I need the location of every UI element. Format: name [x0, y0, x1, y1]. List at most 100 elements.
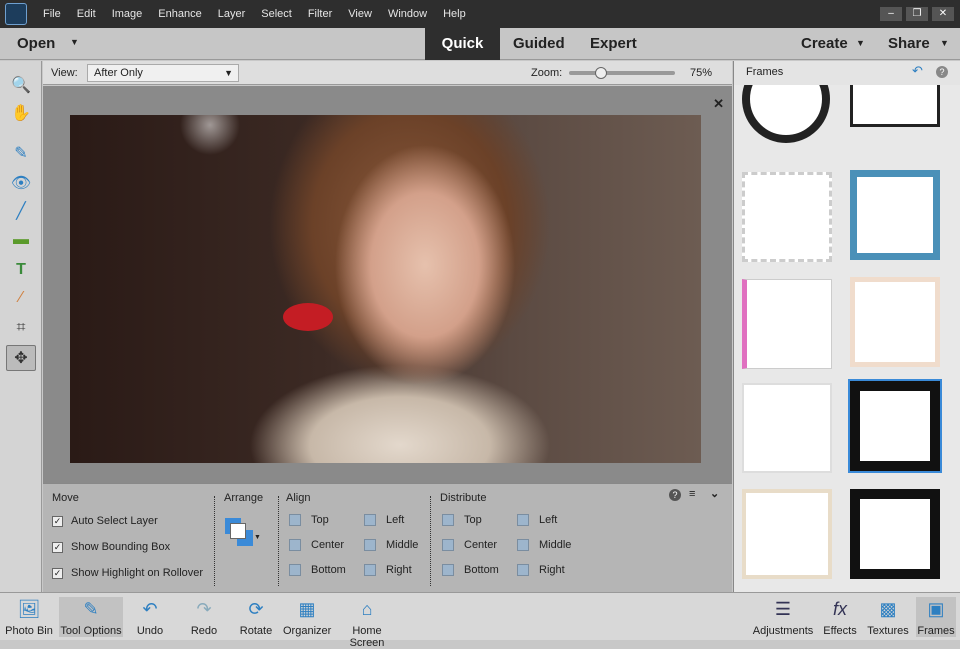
effects-button[interactable]: fx Effects — [820, 597, 860, 637]
auto-select-layer-checkbox[interactable]: ✓ Auto Select Layer — [52, 515, 158, 527]
zoom-label: Zoom: — [531, 67, 563, 79]
frame-thumbnail-circle[interactable] — [742, 85, 830, 143]
label: Bottom — [311, 564, 346, 576]
frame-thumbnail-vintage[interactable] — [742, 489, 832, 579]
home-screen-button[interactable]: ⌂ Home Screen — [334, 597, 400, 649]
align-top-button[interactable]: Top — [289, 514, 329, 527]
view-select[interactable]: After Only ▼ — [87, 64, 239, 82]
open-dropdown-icon[interactable]: ▼ — [70, 37, 79, 47]
redo-button[interactable]: ↷ Redo — [187, 597, 221, 637]
menu-select[interactable]: Select — [253, 8, 300, 20]
label: Right — [539, 564, 565, 576]
rotate-button[interactable]: ⟳ Rotate — [236, 597, 276, 637]
panel-title: Frames — [746, 66, 784, 78]
zoom-slider-thumb[interactable] — [595, 67, 607, 79]
help-icon[interactable]: ? — [936, 66, 948, 78]
hand-tool-icon[interactable]: ✋ — [6, 101, 36, 127]
frame-thumbnail-flowers[interactable] — [742, 279, 832, 369]
distribute-right-button[interactable]: Right — [517, 564, 565, 577]
show-highlight-checkbox[interactable]: ✓ Show Highlight on Rollover — [52, 567, 203, 579]
label: Center — [464, 539, 498, 551]
divider — [214, 496, 215, 586]
share-dropdown-icon[interactable]: ▼ — [940, 38, 949, 48]
frame-thumbnail-blue[interactable] — [850, 170, 940, 260]
frame-thumbnail-tag[interactable] — [850, 85, 940, 127]
distribute-bottom-button[interactable]: Bottom — [442, 564, 499, 577]
photo-bin-button[interactable]: 🖼 Photo Bin — [4, 597, 54, 637]
align-middle-button[interactable]: Middle — [364, 539, 419, 552]
frame-thumbnail-black[interactable] — [848, 379, 942, 473]
spot-healing-tool-icon[interactable]: ⁄ — [6, 285, 36, 311]
menu-image[interactable]: Image — [104, 8, 151, 20]
collapse-icon[interactable]: ⌄ — [710, 487, 719, 500]
options-menu-icon[interactable]: ≡ — [689, 488, 695, 500]
zoom-value: 75% — [690, 67, 713, 79]
view-label: View: — [51, 67, 78, 79]
menu-help[interactable]: Help — [435, 8, 474, 20]
label: Rotate — [239, 625, 273, 637]
quick-selection-tool-icon[interactable]: ✎ — [6, 141, 36, 167]
textures-button[interactable]: ▩ Textures — [866, 597, 910, 637]
open-button[interactable]: Open — [17, 35, 55, 52]
menu-view[interactable]: View — [340, 8, 380, 20]
align-right-button[interactable]: Right — [364, 564, 412, 577]
align-bottom-button[interactable]: Bottom — [289, 564, 346, 577]
create-button[interactable]: Create — [801, 35, 848, 52]
label: Middle — [386, 539, 419, 551]
distribute-top-button[interactable]: Top — [442, 514, 482, 527]
maximize-button[interactable]: ❐ — [906, 7, 928, 21]
organizer-button[interactable]: ▦ Organizer — [283, 597, 331, 637]
share-button[interactable]: Share — [888, 35, 930, 52]
minimize-button[interactable]: – — [880, 7, 902, 21]
zoom-tool-icon[interactable]: 🔍 — [6, 73, 36, 99]
undo-button[interactable]: ↶ Undo — [133, 597, 167, 637]
whiten-teeth-tool-icon[interactable]: ╱ — [6, 199, 36, 225]
frame-thumbnail-scalloped[interactable] — [742, 172, 832, 262]
create-dropdown-icon[interactable]: ▼ — [856, 38, 865, 48]
frame-thumbnail-beige[interactable] — [850, 277, 940, 367]
help-icon[interactable]: ? — [669, 489, 681, 501]
menu-enhance[interactable]: Enhance — [150, 8, 209, 20]
tool-options-button[interactable]: ✎ Tool Options — [59, 597, 123, 637]
label: Top — [311, 514, 329, 526]
photo-image[interactable] — [70, 115, 701, 463]
organizer-icon: ▦ — [298, 599, 316, 619]
undo-icon: ↶ — [142, 599, 158, 619]
canvas-area[interactable]: ✕ — [43, 86, 732, 483]
tab-expert[interactable]: Expert — [590, 35, 637, 52]
menu-edit[interactable]: Edit — [69, 8, 104, 20]
menu-file[interactable]: File — [35, 8, 69, 20]
close-image-icon[interactable]: ✕ — [713, 96, 724, 112]
menu-filter[interactable]: Filter — [300, 8, 340, 20]
distribute-middle-button[interactable]: Middle — [517, 539, 571, 552]
frames-button[interactable]: ▣ Frames — [916, 597, 956, 637]
red-eye-tool-icon[interactable]: 👁 — [6, 171, 36, 197]
adjustments-button[interactable]: ☰ Adjustments — [750, 597, 816, 637]
label: Tool Options — [60, 625, 122, 637]
type-tool-icon[interactable]: T — [6, 257, 36, 283]
menu-window[interactable]: Window — [380, 8, 435, 20]
distribute-left-button[interactable]: Left — [517, 514, 557, 527]
label: Photo Bin — [5, 625, 53, 637]
tab-quick[interactable]: Quick — [425, 28, 500, 60]
divider — [278, 496, 279, 586]
straighten-tool-icon[interactable]: ▬ — [6, 227, 36, 253]
menu-layer[interactable]: Layer — [210, 8, 254, 20]
arrange-button[interactable]: ▼ — [225, 518, 261, 548]
show-bounding-box-checkbox[interactable]: ✓ Show Bounding Box — [52, 541, 170, 553]
label: Home Screen — [349, 625, 385, 649]
close-window-button[interactable]: ✕ — [932, 7, 954, 21]
label: Right — [386, 564, 412, 576]
align-center-button[interactable]: Center — [289, 539, 344, 552]
distribute-center-button[interactable]: Center — [442, 539, 498, 552]
align-left-button[interactable]: Left — [364, 514, 404, 527]
frame-thumbnail-plain[interactable] — [742, 383, 832, 473]
zoom-slider[interactable] — [569, 67, 675, 79]
label: Frames — [917, 625, 955, 637]
frame-thumbnail-film[interactable] — [850, 489, 940, 579]
reset-icon[interactable]: ↶ — [912, 63, 923, 79]
crop-tool-icon[interactable]: ⌗ — [6, 315, 36, 341]
redo-icon: ↷ — [196, 599, 212, 619]
tab-guided[interactable]: Guided — [513, 35, 565, 52]
move-tool-icon[interactable]: ✥ — [6, 345, 36, 371]
